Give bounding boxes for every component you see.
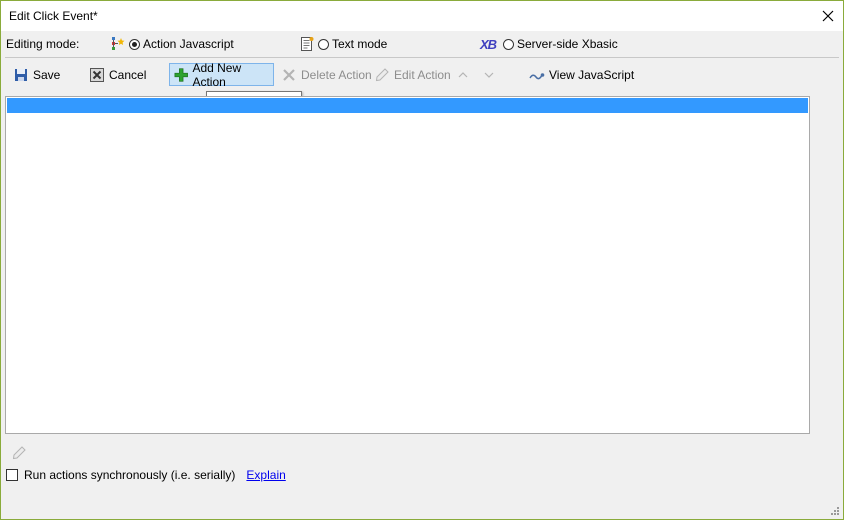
edit-action-label: Edit Action [394,67,451,82]
separator [5,57,839,58]
save-label: Save [33,67,61,82]
mode-option-label: Action Javascript [143,37,234,51]
run-sync-checkbox[interactable] [6,469,18,481]
bottom-edit-button[interactable] [11,445,27,464]
view-javascript-button[interactable]: View JavaScript [524,63,639,86]
add-new-action-label: Add New Action [192,60,242,89]
move-up-button[interactable] [450,63,476,86]
mode-option-label: Text mode [332,37,388,51]
sync-option-row: Run actions synchronously (i.e. serially… [6,467,286,483]
editing-mode-label: Editing mode: [6,37,80,51]
radio-server-side-xbasic[interactable] [503,38,514,50]
delete-action-button[interactable]: Delete Action [276,63,377,86]
move-down-button[interactable] [476,63,502,86]
cancel-x-icon [90,67,104,82]
edit-action-button[interactable]: Edit Action [369,63,456,86]
pencil-icon [12,446,26,460]
add-new-action-button[interactable]: Add New Action [169,60,274,89]
delete-action-label: Delete Action [301,67,372,82]
xbasic-icon: XB [480,36,497,52]
arrow-down-icon [484,72,494,78]
window-title: Edit Click Event* [9,9,98,23]
save-disk-icon [15,68,27,81]
pencil-icon [375,67,389,81]
selected-list-row[interactable] [7,98,808,113]
title-bar: Edit Click Event* [1,1,843,31]
radio-action-javascript[interactable] [129,38,140,50]
close-button[interactable] [813,1,843,31]
radio-text-mode[interactable] [318,38,329,50]
explain-link[interactable]: Explain [246,468,285,482]
plus-icon [174,67,188,82]
edit-click-event-dialog: Edit Click Event* Editing mode: Action J… [0,0,844,520]
editing-mode-row: Editing mode: Action Javascript Text mod… [1,31,843,57]
cancel-label: Cancel [109,67,147,82]
delete-x-icon [283,68,295,81]
mode-option-action-javascript[interactable]: Action Javascript [110,35,234,53]
view-javascript-icon [529,72,545,79]
view-javascript-label: View JavaScript [549,67,635,82]
toolbar: Save Cancel Add New Action Delete Action [1,61,843,89]
mode-option-label: Server-side Xbasic [517,37,618,51]
actions-list[interactable] [5,96,810,434]
save-button[interactable]: Save [8,63,65,86]
cancel-button[interactable]: Cancel [84,63,151,86]
action-javascript-icon [112,37,125,50]
mode-option-server-side-xbasic[interactable]: XB Server-side Xbasic [480,35,618,53]
run-sync-label: Run actions synchronously (i.e. serially… [24,468,236,482]
arrow-up-icon [458,71,468,77]
text-mode-icon [301,37,314,51]
close-icon [822,10,834,22]
mode-option-text-mode[interactable]: Text mode [299,35,387,53]
resize-grip-icon[interactable] [830,506,840,516]
